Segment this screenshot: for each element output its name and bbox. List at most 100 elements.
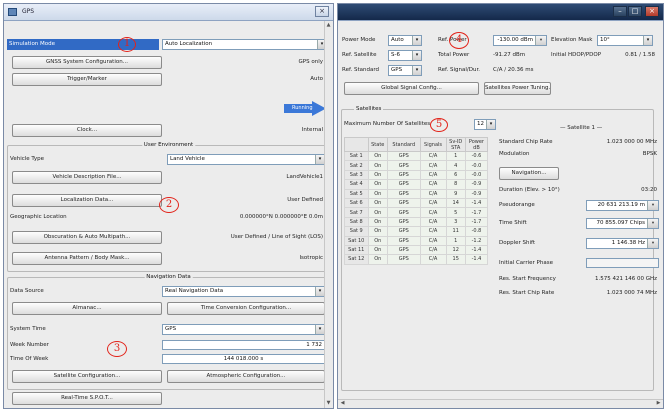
ref-satellite-select[interactable]: S-6 ▾ xyxy=(388,50,422,61)
pseudorange-input[interactable]: 20 631 213.19 m ▾ xyxy=(586,200,659,211)
table-row[interactable]: Sat 3 On GPS C/A 6 -0.0 xyxy=(344,169,489,181)
satellite-configuration-button[interactable]: Satellite Configuration... xyxy=(12,370,162,383)
satellites-power-tuning-button[interactable]: Satellites Power Tuning... xyxy=(484,82,551,95)
table-cell[interactable]: On xyxy=(367,254,389,265)
localization-data-button[interactable]: Localization Data... xyxy=(12,194,162,207)
table-cell[interactable]: GPS xyxy=(387,188,421,199)
global-signal-config-button[interactable]: Global Signal Config... xyxy=(344,82,479,95)
table-row[interactable]: Sat 7 On GPS C/A 5 -1.7 xyxy=(344,207,489,218)
table-cell[interactable]: GPS xyxy=(387,207,421,218)
table-cell[interactable]: On xyxy=(367,150,389,162)
table-cell[interactable]: C/A xyxy=(419,226,447,237)
table-cell[interactable]: -0.9 xyxy=(464,188,489,199)
table-cell[interactable]: C/A xyxy=(419,244,447,256)
table-row[interactable]: Sat 10 On GPS C/A 1 -1.2 xyxy=(344,235,489,246)
table-cell[interactable]: -0.8 xyxy=(464,226,489,237)
table-row[interactable]: Sat 6 On GPS C/A 14 -1.4 xyxy=(344,197,489,209)
system-time-select[interactable]: GPS ▾ xyxy=(162,324,325,335)
carrier-phase-input[interactable]: 0.00 xyxy=(586,258,659,268)
elevation-mask-select[interactable]: 10° ▾ xyxy=(597,35,653,46)
table-cell[interactable]: -1.4 xyxy=(464,244,489,256)
table-cell[interactable]: GPS xyxy=(387,197,421,209)
vehicle-type-select[interactable]: Land Vehicle ▾ xyxy=(167,154,325,165)
obscuration-multipath-button[interactable]: Obscuration & Auto Multipath... xyxy=(12,231,162,244)
table-cell[interactable]: C/A xyxy=(419,216,447,228)
table-cell[interactable]: GPS xyxy=(387,160,421,171)
data-source-select[interactable]: Real Navigation Data ▾ xyxy=(162,286,325,297)
table-cell[interactable]: On xyxy=(367,197,389,209)
table-cell[interactable]: C/A xyxy=(419,235,447,246)
table-cell[interactable]: -1.7 xyxy=(464,207,489,218)
table-cell[interactable]: 8 xyxy=(445,179,466,190)
table-cell[interactable]: -0.0 xyxy=(464,160,489,171)
trigger-marker-button[interactable]: Trigger/Marker xyxy=(12,73,162,86)
table-cell[interactable]: 6 xyxy=(445,169,466,181)
table-cell[interactable]: 1 xyxy=(445,150,466,162)
table-cell[interactable]: -1.4 xyxy=(464,254,489,265)
table-cell[interactable]: 4 xyxy=(445,160,466,171)
table-row[interactable]: Sat 1 On GPS C/A 1 -0.6 xyxy=(344,150,489,162)
table-cell[interactable]: -0.9 xyxy=(464,179,489,190)
week-number-input[interactable]: 1 732 xyxy=(162,340,325,350)
table-cell[interactable]: GPS xyxy=(387,179,421,190)
table-cell[interactable]: C/A xyxy=(419,160,447,171)
clock-button[interactable]: Clock... xyxy=(12,124,162,137)
table-cell[interactable]: On xyxy=(367,235,389,246)
table-cell[interactable]: C/A xyxy=(419,207,447,218)
table-cell[interactable]: C/A xyxy=(419,150,447,162)
realtime-spot-button[interactable]: Real-Time S.P.O.T... xyxy=(12,392,162,405)
horizontal-scrollbar[interactable]: ◀ ▶ xyxy=(338,399,663,408)
table-row[interactable]: Sat 2 On GPS C/A 4 -0.0 xyxy=(344,160,489,171)
table-cell[interactable]: 9 xyxy=(445,188,466,199)
table-cell[interactable]: On xyxy=(367,188,389,199)
close-icon[interactable]: × xyxy=(645,6,659,17)
time-shift-input[interactable]: 70 855.097 Chips ▾ xyxy=(586,218,659,229)
minimize-icon[interactable]: – xyxy=(613,6,627,17)
table-row[interactable]: Sat 5 On GPS C/A 9 -0.9 xyxy=(344,188,489,199)
table-cell[interactable]: 1 xyxy=(445,235,466,246)
vertical-scrollbar[interactable]: ▲ ▼ xyxy=(324,21,333,408)
table-cell[interactable]: GPS xyxy=(387,254,421,265)
time-conversion-button[interactable]: Time Conversion Configuration... xyxy=(167,302,325,315)
time-of-week-input[interactable]: 144 018.000 s xyxy=(162,354,325,364)
max-satellites-select[interactable]: 12 ▾ xyxy=(474,119,496,130)
almanac-button[interactable]: Almanac... xyxy=(12,302,162,315)
table-cell[interactable]: On xyxy=(367,169,389,181)
table-cell[interactable]: C/A xyxy=(419,254,447,265)
scroll-down-icon[interactable]: ▼ xyxy=(325,400,332,407)
table-cell[interactable]: On xyxy=(367,226,389,237)
table-cell[interactable]: 11 xyxy=(445,226,466,237)
table-cell[interactable]: On xyxy=(367,216,389,228)
gnss-config-button[interactable]: GNSS System Configuration... xyxy=(12,56,162,69)
table-cell[interactable]: GPS xyxy=(387,169,421,181)
table-cell[interactable]: On xyxy=(367,207,389,218)
table-cell[interactable]: 5 xyxy=(445,207,466,218)
navigation-button[interactable]: Navigation... xyxy=(499,167,559,180)
ref-power-input[interactable]: -130.00 dBm ▾ xyxy=(493,35,547,46)
table-cell[interactable]: GPS xyxy=(387,226,421,237)
table-cell[interactable]: 3 xyxy=(445,216,466,228)
doppler-shift-input[interactable]: 1 146.38 Hz ▾ xyxy=(586,238,659,249)
table-row[interactable]: Sat 11 On GPS C/A 12 -1.4 xyxy=(344,244,489,256)
table-cell[interactable]: C/A xyxy=(419,169,447,181)
table-cell[interactable]: On xyxy=(367,160,389,171)
atmospheric-configuration-button[interactable]: Atmospheric Configuration... xyxy=(167,370,325,383)
table-cell[interactable]: -0.6 xyxy=(464,150,489,162)
table-row[interactable]: Sat 4 On GPS C/A 8 -0.9 xyxy=(344,179,489,190)
table-cell[interactable]: 15 xyxy=(445,254,466,265)
power-mode-select[interactable]: Auto ▾ xyxy=(388,35,422,46)
table-cell[interactable]: C/A xyxy=(419,188,447,199)
table-cell[interactable]: GPS xyxy=(387,235,421,246)
table-cell[interactable]: On xyxy=(367,179,389,190)
vehicle-description-button[interactable]: Vehicle Description File... xyxy=(12,171,162,184)
scroll-up-icon[interactable]: ▲ xyxy=(325,22,332,29)
table-cell[interactable]: -0.0 xyxy=(464,169,489,181)
ref-standard-select[interactable]: GPS ▾ xyxy=(388,65,422,76)
close-icon[interactable]: × xyxy=(315,6,329,17)
table-cell[interactable]: GPS xyxy=(387,150,421,162)
table-cell[interactable]: C/A xyxy=(419,179,447,190)
table-cell[interactable]: -1.7 xyxy=(464,216,489,228)
table-cell[interactable]: GPS xyxy=(387,216,421,228)
scroll-left-icon[interactable]: ◀ xyxy=(339,400,346,407)
table-row[interactable]: Sat 8 On GPS C/A 3 -1.7 xyxy=(344,216,489,228)
